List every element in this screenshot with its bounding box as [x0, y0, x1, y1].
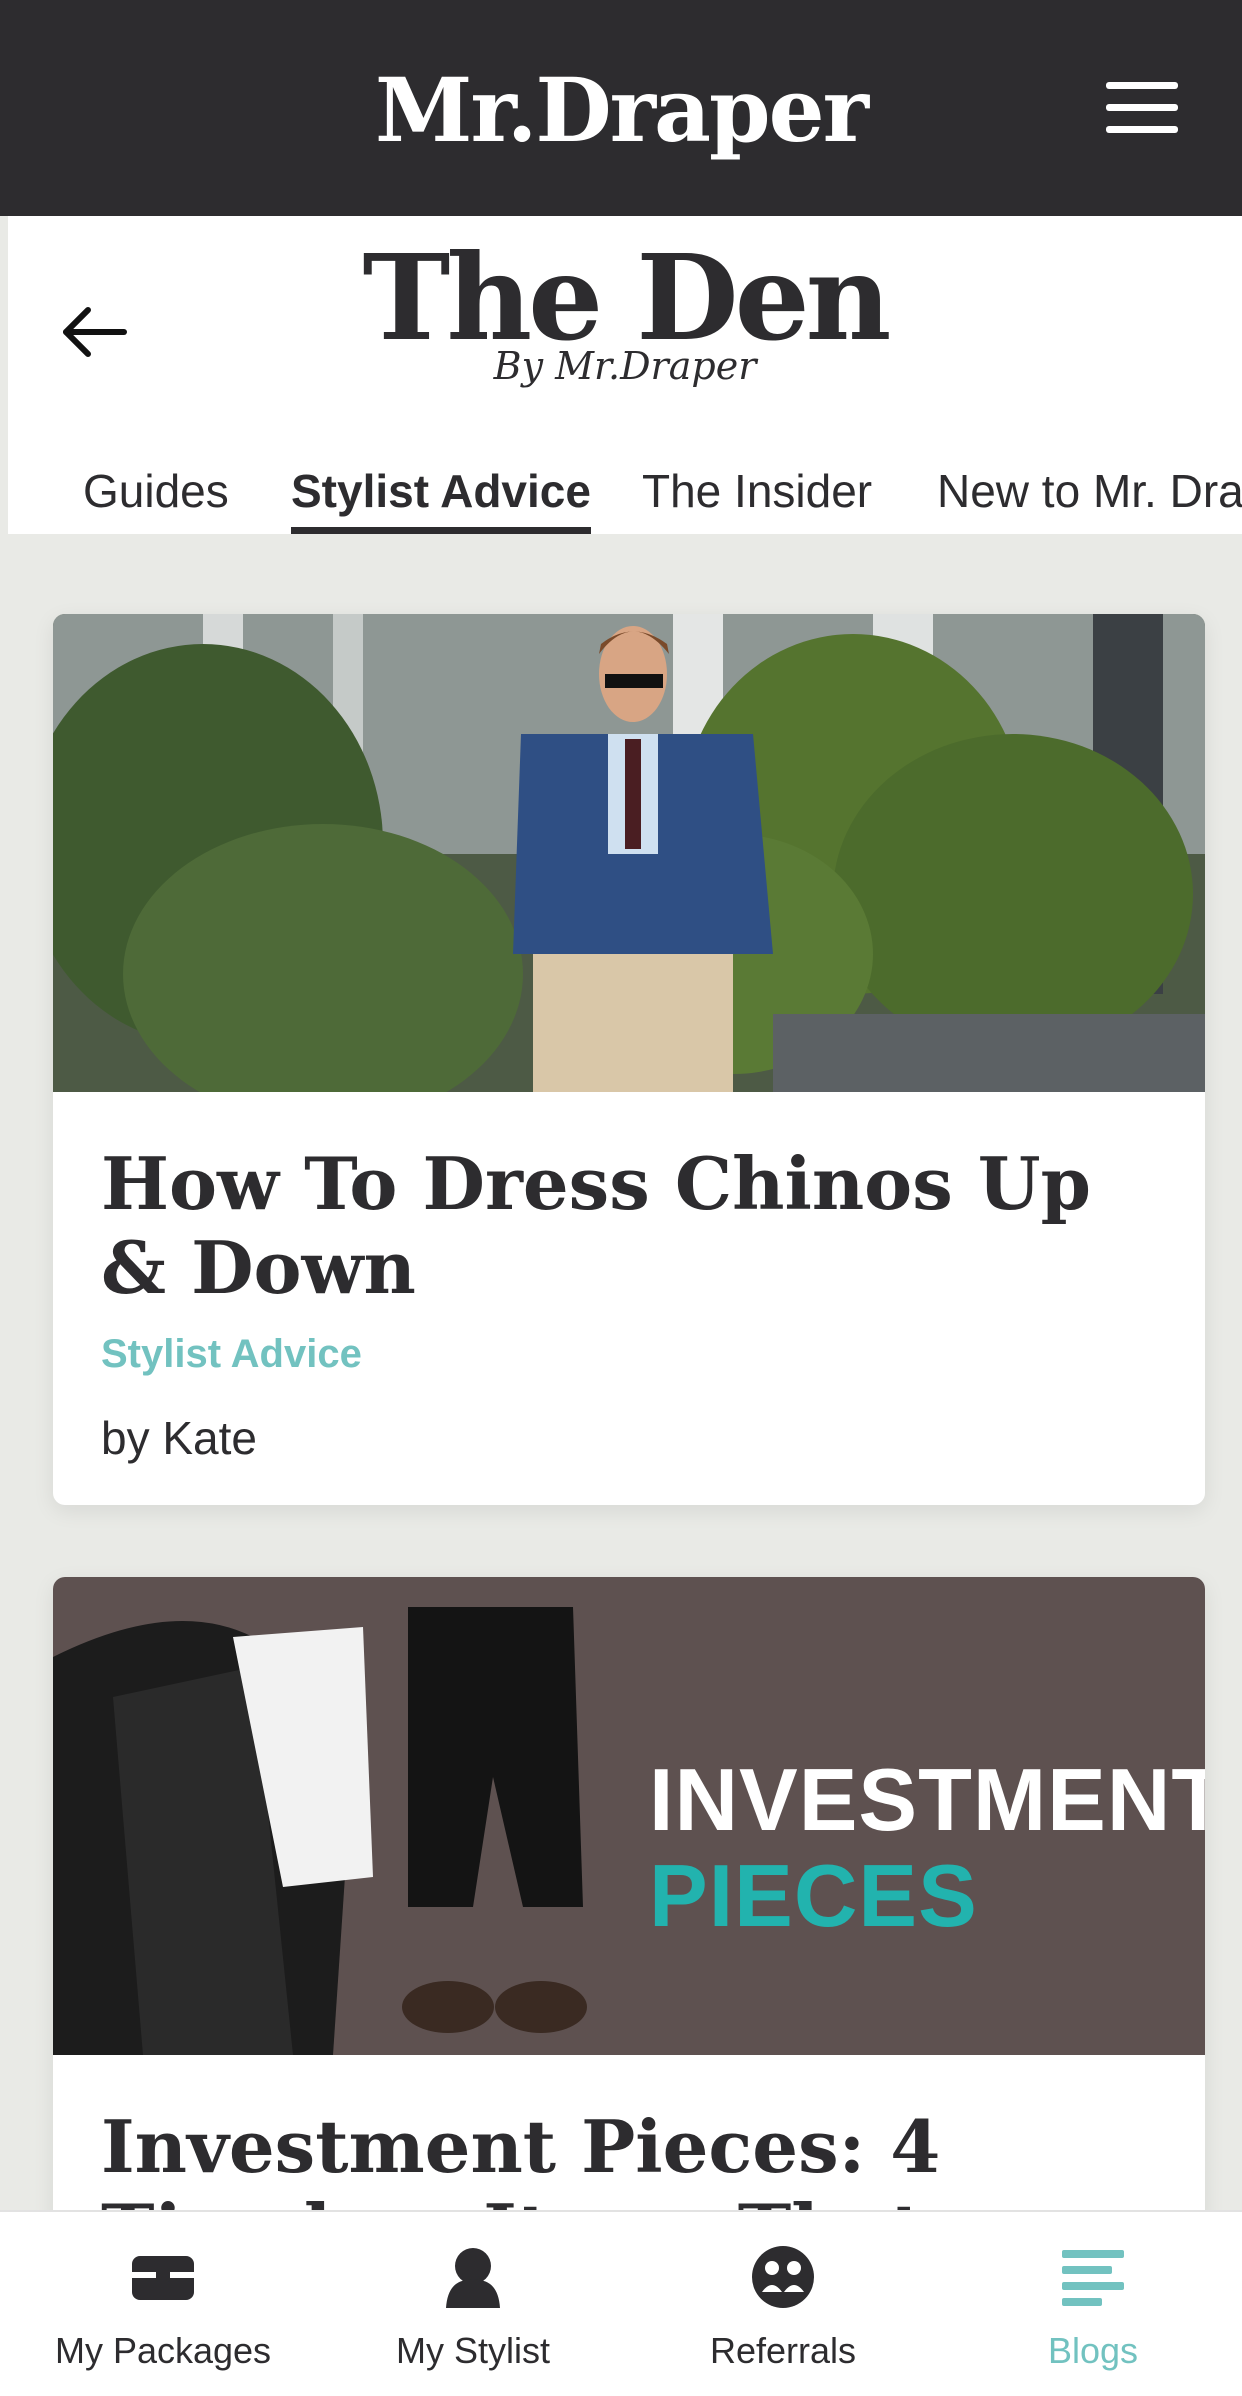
- article-category[interactable]: Stylist Advice: [101, 1332, 1157, 1377]
- nav-label: My Stylist: [395, 2330, 550, 2371]
- nav-label: Referrals: [709, 2330, 857, 2371]
- top-bar: Mr.Draper: [0, 0, 1242, 216]
- stylist-icon: [438, 2242, 508, 2312]
- nav-my-packages[interactable]: My Packages: [8, 2212, 318, 2396]
- article-title[interactable]: How To Dress Chinos Up & Down: [101, 1142, 1157, 1310]
- nav-blogs[interactable]: Blogs: [938, 2212, 1242, 2396]
- hamburger-icon[interactable]: [1106, 82, 1178, 134]
- bottom-navigation: My Packages My Stylist Referrals Blogs: [0, 2210, 1242, 2396]
- article-card[interactable]: INVESTMENT PIECES Investment Pieces: 4 T…: [53, 1577, 1205, 2277]
- category-tabs: Guides Stylist Advice The Insider New to…: [8, 438, 1242, 534]
- investment-pieces-banner: INVESTMENT PIECES: [53, 1577, 1205, 2055]
- nav-label: My Packages: [54, 2330, 272, 2371]
- nav-label: Blogs: [1047, 2330, 1139, 2371]
- tab-stylist-advice[interactable]: Stylist Advice: [291, 438, 591, 534]
- tab-guides[interactable]: Guides: [83, 438, 229, 534]
- banner-text-pieces: PIECES: [649, 1846, 978, 1945]
- brand-logo: Mr.Draper: [375, 58, 869, 162]
- blogs-icon: [1058, 2242, 1128, 2312]
- package-icon: [128, 2242, 198, 2312]
- article-author: by Kate: [101, 1412, 257, 1464]
- tab-new-to-mr-draper[interactable]: New to Mr. Draper: [937, 438, 1242, 534]
- nav-my-stylist[interactable]: My Stylist: [318, 2212, 628, 2396]
- referrals-icon: [748, 2242, 818, 2312]
- tab-the-insider[interactable]: The Insider: [642, 438, 872, 534]
- nav-referrals[interactable]: Referrals: [628, 2212, 938, 2396]
- man-in-blue-blazer-and-chinos-photo: [53, 614, 1205, 1092]
- article-card[interactable]: How To Dress Chinos Up & Down Stylist Ad…: [53, 614, 1205, 1505]
- banner-text-investment: INVESTMENT: [649, 1750, 1205, 1849]
- den-subtitle: By Mr.Draper: [493, 344, 757, 388]
- den-header: The Den By Mr.Draper Guides Stylist Advi…: [8, 216, 1242, 534]
